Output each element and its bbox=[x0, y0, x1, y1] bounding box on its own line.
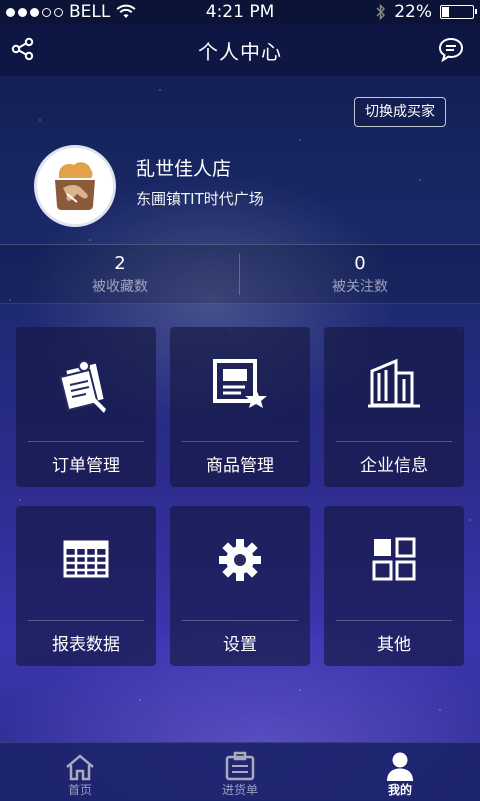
grid-icon bbox=[324, 536, 464, 590]
clipboard-icon bbox=[160, 743, 320, 781]
menu-tile-goods-management[interactable]: 商品管理 bbox=[170, 327, 310, 487]
nav-bar: 个人中心 bbox=[0, 24, 480, 76]
shop-avatar[interactable] bbox=[34, 145, 116, 227]
tile-divider bbox=[182, 620, 298, 621]
status-bar: BELL 4:21 PM 22% bbox=[0, 0, 480, 24]
status-right: 22% bbox=[376, 2, 477, 22]
tab-mine[interactable]: 我的 bbox=[320, 743, 480, 801]
tile-divider bbox=[336, 441, 452, 442]
tile-divider bbox=[28, 441, 144, 442]
page-title: 个人中心 bbox=[198, 40, 282, 64]
switch-to-buyer-button[interactable]: 切换成买家 bbox=[354, 97, 446, 127]
gear-icon bbox=[170, 536, 310, 590]
building-icon bbox=[324, 357, 464, 411]
stats-bar: 2 被收藏数 0 被关注数 bbox=[0, 244, 480, 304]
battery-icon bbox=[440, 5, 477, 19]
tab-label: 进货单 bbox=[221, 783, 258, 797]
bluetooth-icon bbox=[376, 3, 386, 21]
menu-tile-other[interactable]: 其他 bbox=[324, 506, 464, 666]
favorited-count-stat[interactable]: 2 被收藏数 bbox=[0, 253, 240, 296]
menu-tile-report-data[interactable]: 报表数据 bbox=[16, 506, 156, 666]
menu-tile-company-info[interactable]: 企业信息 bbox=[324, 327, 464, 487]
tab-label: 我的 bbox=[387, 783, 412, 797]
battery-percent: 22% bbox=[394, 2, 432, 22]
tab-label: 首页 bbox=[67, 783, 92, 797]
tab-purchase-order[interactable]: 进货单 bbox=[160, 743, 320, 801]
shop-name: 乱世佳人店 bbox=[136, 158, 232, 180]
goods-icon bbox=[170, 357, 310, 411]
menu-tile-label: 其他 bbox=[377, 635, 411, 655]
shop-logo-icon bbox=[37, 148, 113, 224]
table-icon bbox=[16, 536, 156, 590]
menu-tile-label: 设置 bbox=[223, 635, 257, 655]
menu-tile-label: 企业信息 bbox=[360, 456, 428, 476]
tab-home[interactable]: 首页 bbox=[0, 743, 160, 801]
menu-tile-label: 订单管理 bbox=[52, 456, 120, 476]
user-icon bbox=[320, 743, 480, 781]
tile-divider bbox=[28, 620, 144, 621]
tile-divider bbox=[182, 441, 298, 442]
shop-address: 东圃镇TIT时代广场 bbox=[136, 190, 264, 208]
menu-tile-label: 报表数据 bbox=[52, 635, 120, 655]
menu-tile-settings[interactable]: 设置 bbox=[170, 506, 310, 666]
followed-count-stat[interactable]: 0 被关注数 bbox=[240, 253, 480, 296]
menu-tile-order-management[interactable]: 订单管理 bbox=[16, 327, 156, 487]
order-icon bbox=[16, 357, 156, 413]
followed-label: 被关注数 bbox=[332, 279, 388, 295]
favorited-label: 被收藏数 bbox=[92, 279, 148, 295]
followed-count: 0 bbox=[354, 253, 366, 274]
home-icon bbox=[0, 743, 160, 781]
tile-divider bbox=[336, 620, 452, 621]
tab-bar: 首页 进货单 我的 bbox=[0, 742, 480, 801]
menu-tile-label: 商品管理 bbox=[206, 456, 274, 476]
message-icon[interactable] bbox=[438, 36, 466, 64]
favorited-count: 2 bbox=[114, 253, 126, 274]
